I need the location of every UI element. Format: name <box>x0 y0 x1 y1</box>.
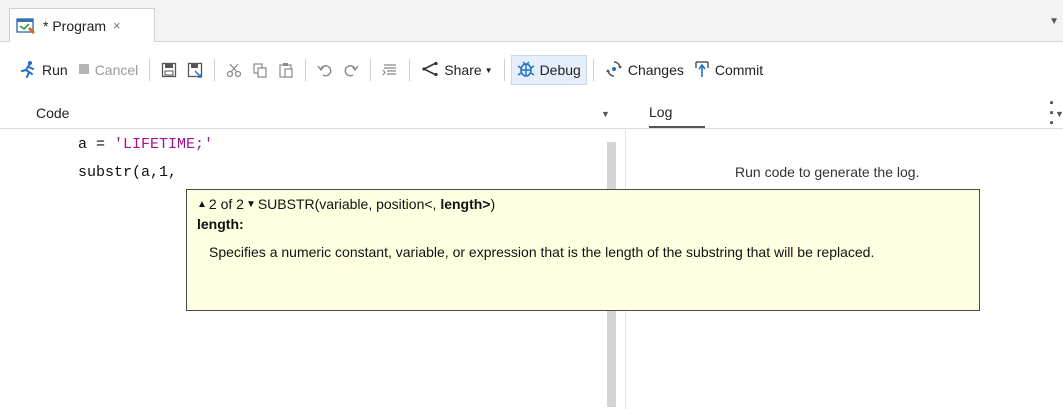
paste-icon[interactable] <box>273 57 299 83</box>
stop-icon <box>78 62 90 78</box>
code-line[interactable]: substr(a,1, <box>78 164 177 181</box>
string-literal: 'LIFETIME;' <box>114 136 214 153</box>
cancel-button[interactable]: Cancel <box>73 55 144 85</box>
editor-tab-bar: * Program × ▼ <box>0 0 1063 42</box>
share-icon <box>421 61 439 80</box>
debug-label: Debug <box>539 62 581 78</box>
log-pane-header: Log ▼ <box>625 98 1063 129</box>
commit-label: Commit <box>714 62 764 78</box>
signature-help-tooltip: ▲ 2 of 2 ▼ SUBSTR(variable, position<, l… <box>186 189 980 311</box>
signature-prefix: SUBSTR(variable, position<, <box>257 196 441 212</box>
signature-line: ▲ 2 of 2 ▼ SUBSTR(variable, position<, l… <box>197 196 969 212</box>
chevron-down-icon[interactable]: ▼ <box>1049 16 1059 27</box>
undo-icon[interactable] <box>312 57 338 83</box>
close-icon[interactable]: × <box>113 18 121 33</box>
tab-program[interactable]: * Program × <box>9 8 155 42</box>
changes-button[interactable]: Changes <box>600 55 689 85</box>
share-button[interactable]: Share ▼ <box>416 55 497 85</box>
code-line[interactable]: a = 'LIFETIME;' <box>78 136 213 153</box>
chevron-down-icon[interactable]: ▼ <box>1055 109 1063 119</box>
copy-icon[interactable] <box>247 57 273 83</box>
toolbar-divider <box>149 59 151 81</box>
chevron-down-icon[interactable]: ▼ <box>601 109 610 119</box>
toolbar-divider <box>305 59 307 81</box>
param-description: Specifies a numeric constant, variable, … <box>209 244 875 260</box>
bug-icon <box>517 60 535 81</box>
chevron-down-icon: ▼ <box>484 65 493 75</box>
changes-label: Changes <box>627 62 684 78</box>
arrow-down-icon[interactable]: ▼ <box>246 199 256 210</box>
share-label: Share <box>444 62 482 78</box>
run-icon <box>19 60 37 81</box>
cut-icon[interactable] <box>221 57 247 83</box>
commit-button[interactable]: Commit <box>689 55 768 85</box>
code-pane-title: Code <box>36 105 70 121</box>
format-code-icon[interactable] <box>377 57 403 83</box>
tab-title: * Program <box>43 17 107 34</box>
overload-counter: 2 of 2 <box>208 196 244 212</box>
save-as-icon[interactable] <box>182 57 208 83</box>
debug-toggle-button[interactable]: Debug <box>510 55 587 85</box>
signature-current-param: length> <box>440 196 491 212</box>
toolbar-divider <box>370 59 372 81</box>
toolbar-divider <box>214 59 216 81</box>
cancel-label: Cancel <box>94 62 139 78</box>
save-icon[interactable] <box>156 57 182 83</box>
program-toolbar: Run Cancel Share ▼ Debug Changes Commit … <box>0 42 1063 132</box>
param-name: length: <box>197 216 244 232</box>
tab-log[interactable]: Log <box>649 104 705 128</box>
code-text: a = <box>78 136 115 153</box>
commit-icon <box>694 60 710 81</box>
run-button[interactable]: Run <box>14 55 73 85</box>
toolbar-divider <box>409 59 411 81</box>
changes-icon <box>605 60 623 81</box>
signature-suffix: ) <box>490 196 496 212</box>
toolbar-divider <box>503 59 505 81</box>
code-pane-header: Code ▼ <box>0 98 625 129</box>
toolbar-divider <box>592 59 594 81</box>
redo-icon[interactable] <box>338 57 364 83</box>
signature-text: SUBSTR(variable, position<, length>) <box>258 196 495 212</box>
log-empty-message: Run code to generate the log. <box>735 164 920 180</box>
program-icon <box>16 17 38 35</box>
run-label: Run <box>42 62 68 78</box>
arrow-up-icon[interactable]: ▲ <box>197 199 207 210</box>
